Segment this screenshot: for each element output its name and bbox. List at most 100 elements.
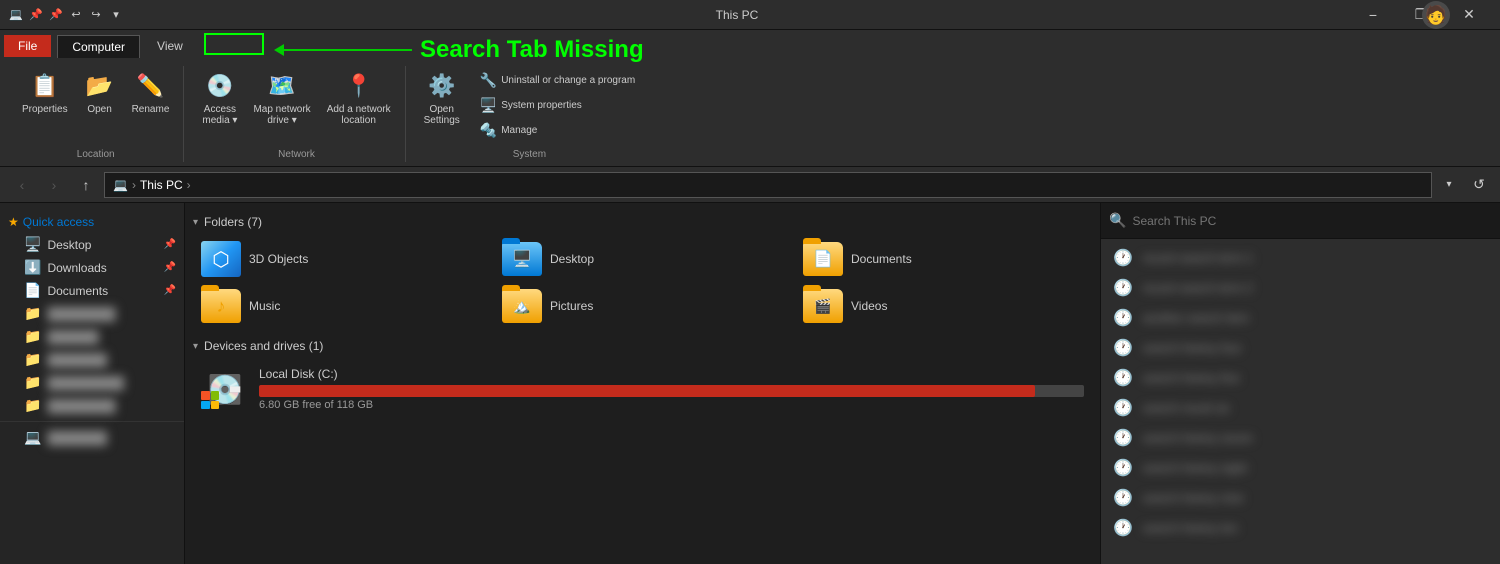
folders-chevron[interactable]: ▾ [193, 217, 198, 228]
sidebar-blurred6-label: ███████ [47, 431, 107, 445]
sidebar-item-blurred2[interactable]: 📁 ██████ [0, 325, 184, 348]
close-button[interactable]: ✕ [1446, 0, 1492, 30]
music-folder-bg: ♪ [201, 289, 241, 323]
drive-item-c[interactable]: 💽 Local Disk (C:) 6.80 GB free of 118 GB [193, 361, 1092, 417]
history-text-5: search history five [1143, 371, 1488, 385]
3dobjects-label: 3D Objects [249, 252, 308, 266]
rename-button[interactable]: ✏️ Rename [126, 68, 176, 117]
sidebar-item-blurred4[interactable]: 📁 █████████ [0, 371, 184, 394]
history-icon-9: 🕐 [1113, 488, 1133, 508]
ribbon-wrapper: File Computer View 📋 Properties 📂 Op [0, 30, 1500, 167]
uninstall-button[interactable]: 🔧 Uninstall or change a program [474, 70, 641, 91]
history-item-9[interactable]: 🕐 search history nine [1101, 483, 1500, 513]
folder-item-3dobjects[interactable]: ⬡ 3D Objects [193, 237, 490, 281]
desktop-folder-icon: 🖥️ [502, 242, 542, 276]
folder-item-pictures[interactable]: 🏔️ Pictures [494, 285, 791, 327]
access-media-label: Accessmedia ▾ [202, 104, 237, 126]
drive-bar-fill [259, 385, 1035, 397]
folder-item-desktop[interactable]: 🖥️ Desktop [494, 237, 791, 281]
drives-section-header: ▾ Devices and drives (1) [193, 339, 1092, 353]
system-props-icon: 🖥️ [480, 97, 497, 114]
blurred5-icon: 📁 [24, 397, 41, 414]
sidebar-item-blurred5[interactable]: 📁 ████████ [0, 394, 184, 417]
folder-item-music[interactable]: ♪ Music [193, 285, 490, 327]
map-network-icon: 🗺️ [266, 70, 298, 102]
drive-bar-background [259, 385, 1084, 397]
history-item-3[interactable]: 🕐 another search item [1101, 303, 1500, 333]
rename-icon: ✏️ [134, 70, 166, 102]
music-label: Music [249, 299, 280, 313]
desktop-pin-icon: 📌 [164, 239, 176, 250]
pictures-folder-icon: 🏔️ [502, 289, 542, 323]
address-input[interactable]: 💻 › This PC › [104, 172, 1432, 198]
history-item-8[interactable]: 🕐 search history eight [1101, 453, 1500, 483]
videos-folder-icon: 🎬 [803, 289, 843, 323]
user-avatar: 🧑 [1422, 1, 1450, 29]
downloads-icon: ⬇️ [24, 259, 41, 276]
system-properties-button[interactable]: 🖥️ System properties [474, 95, 641, 116]
win-quad-4 [211, 401, 220, 410]
rename-label: Rename [132, 104, 170, 115]
drives-chevron[interactable]: ▾ [193, 341, 198, 352]
sidebar-desktop-label: Desktop [47, 238, 91, 252]
ribbon-group-system: ⚙️ OpenSettings 🔧 Uninstall or change a … [410, 66, 650, 162]
up-button[interactable]: ↑ [72, 172, 100, 198]
search-history: 🕐 recent search term 1 🕐 recent search t… [1101, 239, 1500, 547]
app-icon: 💻 [8, 7, 24, 23]
minimize-button[interactable]: − [1350, 0, 1396, 30]
documents-folder-icon: 📄 [803, 242, 843, 276]
history-item-5[interactable]: 🕐 search history five [1101, 363, 1500, 393]
properties-button[interactable]: 📋 Properties [16, 68, 74, 117]
win-quad-1 [201, 391, 210, 400]
history-item-2[interactable]: 🕐 recent search term 2 [1101, 273, 1500, 303]
quick-access-header[interactable]: ★ Quick access [0, 211, 184, 233]
history-text-7: search history seven [1143, 431, 1488, 445]
sidebar-item-downloads[interactable]: ⬇️ Downloads 📌 [0, 256, 184, 279]
folder-item-documents[interactable]: 📄 Documents [795, 237, 1092, 281]
history-icon-5: 🕐 [1113, 368, 1133, 388]
sidebar-item-documents[interactable]: 📄 Documents 📌 [0, 279, 184, 302]
properties-icon: 📋 [29, 70, 61, 102]
sidebar-item-blurred1[interactable]: 📁 ████████ [0, 302, 184, 325]
search-input[interactable] [1132, 214, 1492, 228]
history-item-7[interactable]: 🕐 search history seven [1101, 423, 1500, 453]
quick-access-label: Quick access [23, 215, 94, 229]
search-icon: 🔍 [1109, 212, 1126, 229]
history-item-10[interactable]: 🕐 search history ten [1101, 513, 1500, 543]
history-icon-1: 🕐 [1113, 248, 1133, 268]
forward-button[interactable]: › [40, 172, 68, 198]
uninstall-label: Uninstall or change a program [501, 75, 635, 86]
tab-view[interactable]: View [142, 34, 198, 58]
breadcrumb: 💻 › This PC › [113, 178, 191, 192]
ribbon-tabs: File Computer View [0, 30, 1500, 62]
add-location-button[interactable]: 📍 Add a networklocation [321, 68, 397, 128]
main-area: ★ Quick access 🖥️ Desktop 📌 ⬇️ Downloads… [0, 203, 1500, 564]
breadcrumb-this-pc: This PC [140, 178, 183, 192]
sidebar-item-blurred3[interactable]: 📁 ███████ [0, 348, 184, 371]
address-dropdown-button[interactable]: ▾ [1436, 172, 1462, 198]
drives-section-label: Devices and drives (1) [204, 339, 323, 353]
open-settings-button[interactable]: ⚙️ OpenSettings [418, 68, 466, 128]
access-media-button[interactable]: 💿 Accessmedia ▾ [196, 68, 243, 128]
open-button[interactable]: 📂 Open [78, 68, 122, 117]
folder-item-videos[interactable]: 🎬 Videos [795, 285, 1092, 327]
network-group-label: Network [278, 145, 315, 160]
map-network-button[interactable]: 🗺️ Map networkdrive ▾ [247, 68, 316, 128]
sidebar-item-blurred6[interactable]: 💻 ███████ [0, 426, 184, 449]
history-text-1: recent search term 1 [1143, 251, 1488, 265]
ribbon-content: 📋 Properties 📂 Open ✏️ Rename Location [0, 62, 1500, 166]
folder-grid: ⬡ 3D Objects 🖥️ Desktop 📄 [193, 237, 1092, 327]
sidebar-item-desktop[interactable]: 🖥️ Desktop 📌 [0, 233, 184, 256]
title-bar-icons: 💻 📌 📌 ↩ ↪ ▾ [8, 7, 124, 23]
back-button[interactable]: ‹ [8, 172, 36, 198]
pin-icon: 📌 [48, 7, 64, 23]
manage-button[interactable]: 🔩 Manage [474, 120, 641, 141]
title-bar-controls: − ❐ ✕ [1350, 0, 1492, 30]
refresh-button[interactable]: ↺ [1466, 172, 1492, 198]
history-item-6[interactable]: 🕐 search result six [1101, 393, 1500, 423]
title-bar: 💻 📌 📌 ↩ ↪ ▾ This PC 🧑 − ❐ ✕ [0, 0, 1500, 30]
history-item-4[interactable]: 🕐 search history four [1101, 333, 1500, 363]
history-item-1[interactable]: 🕐 recent search term 1 [1101, 243, 1500, 273]
tab-file[interactable]: File [4, 35, 51, 57]
tab-computer[interactable]: Computer [57, 35, 140, 58]
